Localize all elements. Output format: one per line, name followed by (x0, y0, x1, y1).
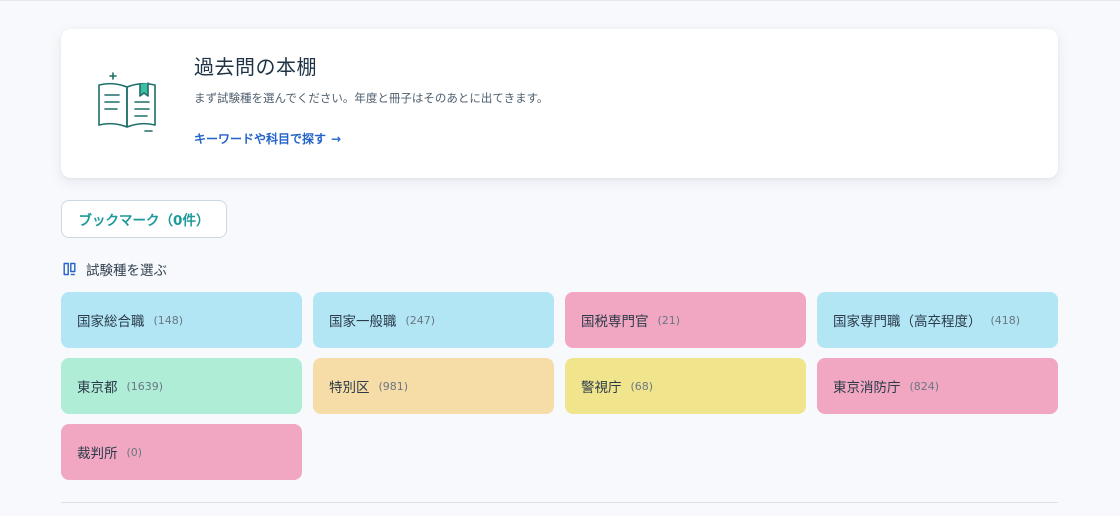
arrow-right-icon: → (331, 132, 342, 146)
exam-type-card[interactable]: 国税専門官 (21) (565, 292, 806, 348)
exam-type-name: 警視庁 (581, 380, 622, 396)
exam-type-name: 東京消防庁 (833, 380, 901, 396)
exam-type-name: 国家専門職（高卒程度） (833, 314, 982, 330)
exam-type-count: (247) (405, 313, 436, 327)
exam-type-name: 国家一般職 (329, 314, 397, 330)
bookmarks-button[interactable]: ブックマーク（0件） (61, 200, 227, 238)
exam-type-card[interactable]: 裁判所 (0) (61, 424, 302, 480)
top-divider (0, 0, 1120, 1)
keyword-search-link-label: キーワードや科目で探す (194, 132, 327, 146)
exam-type-name: 裁判所 (77, 446, 118, 462)
exam-type-card[interactable]: 国家専門職（高卒程度） (418) (817, 292, 1058, 348)
exam-type-count: (0) (126, 445, 143, 459)
section-heading: 試験種を選ぶ (63, 259, 167, 279)
keyword-search-link[interactable]: キーワードや科目で探す → (194, 130, 341, 147)
exam-type-name: 国税専門官 (581, 314, 649, 330)
exam-type-card[interactable]: 特別区 (981) (313, 358, 554, 414)
exam-type-count: (418) (990, 313, 1021, 327)
section-title: 試験種を選ぶ (86, 263, 167, 279)
exam-type-card[interactable]: 国家一般職 (247) (313, 292, 554, 348)
exam-type-card[interactable]: 国家総合職 (148) (61, 292, 302, 348)
exam-type-count: (824) (909, 379, 940, 393)
exam-type-name: 特別区 (329, 380, 370, 396)
exam-type-name: 東京都 (77, 380, 118, 396)
open-book-icon (98, 72, 156, 132)
page-subtitle: まず試験種を選んでください。年度と冊子はそのあとに出てきます。 (194, 91, 549, 105)
exam-type-card[interactable]: 東京消防庁 (824) (817, 358, 1058, 414)
exam-type-count: (68) (630, 379, 654, 393)
exam-type-card[interactable]: 東京都 (1639) (61, 358, 302, 414)
exam-type-card[interactable]: 警視庁 (68) (565, 358, 806, 414)
exam-type-name: 国家総合職 (77, 314, 145, 330)
page-title: 過去問の本棚 (194, 55, 317, 79)
exam-type-count: (981) (378, 379, 409, 393)
exam-type-count: (148) (153, 313, 184, 327)
exam-type-count: (1639) (126, 379, 164, 393)
hero-card: 過去問の本棚 まず試験種を選んでください。年度と冊子はそのあとに出てきます。 キ… (61, 29, 1058, 178)
exam-type-grid: 国家総合職 (148) 国家一般職 (247) 国税専門官 (21) 国家専門職（高卒程度）… (61, 292, 1059, 480)
bottom-divider (61, 502, 1058, 503)
exam-type-count: (21) (657, 313, 681, 327)
book-stack-icon (63, 262, 76, 276)
